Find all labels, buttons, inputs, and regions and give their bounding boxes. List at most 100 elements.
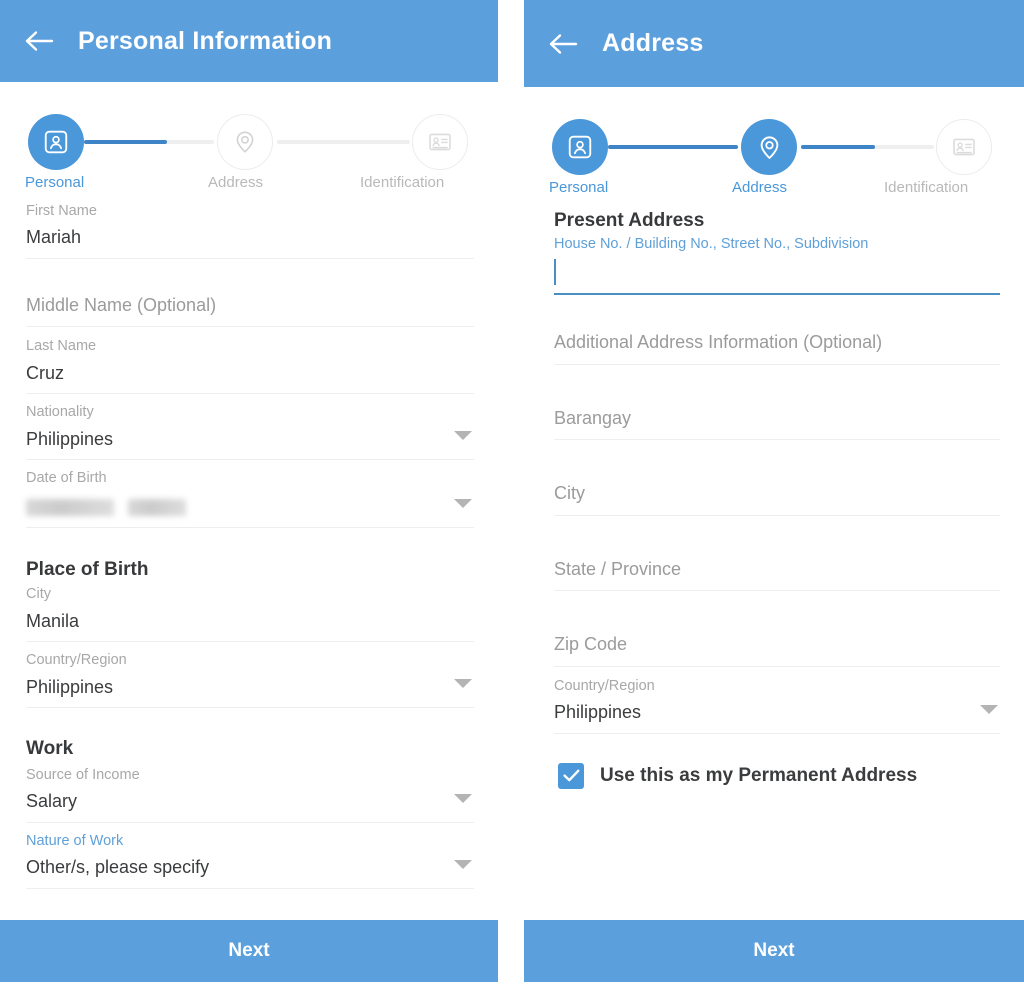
field-placeholder: Zip Code [554, 634, 628, 655]
chevron-down-icon[interactable] [454, 679, 472, 689]
field-country-region[interactable]: Country/Region Philippines [554, 678, 1000, 734]
field-placeholder: Barangay [554, 407, 632, 428]
app-bar-address: Address [524, 0, 1024, 87]
field-barangay[interactable]: Barangay [554, 407, 1000, 441]
field-additional-address[interactable]: Additional Address Information (Optional… [554, 331, 1000, 365]
field-source-of-income[interactable]: Source of Income Salary [26, 767, 474, 823]
text-caret [554, 259, 556, 286]
dual-screenshot-stage: Personal Information Personal Address Id… [0, 0, 1024, 1004]
field-underline [554, 514, 1000, 516]
field-middle-name[interactable]: Middle Name (Optional) [26, 294, 474, 328]
field-first-name[interactable]: First Name Mariah [26, 203, 474, 259]
field-label: Last Name [26, 338, 97, 355]
address-form: Present Address House No. / Building No.… [524, 197, 1024, 1004]
field-label: Date of Birth [26, 470, 107, 487]
field-value: Philippines [26, 676, 114, 697]
field-underline [26, 707, 474, 709]
stepper-label-identification: Identification [884, 179, 969, 196]
field-value [554, 259, 1000, 286]
app-bar-personal: Personal Information [0, 0, 498, 82]
field-label: Country/Region [554, 677, 655, 694]
stepper-connector-2 [277, 140, 410, 144]
chevron-down-icon[interactable] [454, 431, 472, 441]
field-placeholder: Additional Address Information (Optional… [554, 332, 883, 353]
section-title-place-of-birth: Place of Birth [26, 558, 149, 580]
field-placeholder: State / Province [554, 558, 682, 579]
next-button-personal[interactable]: Next [0, 920, 498, 982]
field-street-address[interactable]: House No. / Building No., Street No., Su… [554, 235, 1000, 296]
next-button-label: Next [753, 940, 795, 961]
section-title-present-address: Present Address [554, 210, 705, 231]
field-underline [26, 459, 474, 461]
field-value: Philippines [26, 428, 114, 449]
next-button-address[interactable]: Next [524, 920, 1024, 982]
stepper-label-personal: Personal [25, 174, 85, 191]
stepper-node-personal[interactable] [552, 119, 608, 175]
field-underline [26, 526, 474, 528]
stepper-personal: Personal Address Identification [0, 82, 498, 192]
field-label: Nature of Work [26, 832, 124, 849]
arrow-left-icon[interactable] [22, 24, 56, 58]
page-title: Address [602, 29, 704, 57]
chevron-down-icon[interactable] [454, 499, 472, 509]
field-date-of-birth[interactable]: Date of Birth [26, 470, 474, 528]
personal-information-screen: Personal Information Personal Address Id… [0, 0, 498, 1004]
field-state-province[interactable]: State / Province [554, 558, 1000, 592]
stepper-connector-1 [608, 145, 738, 149]
field-underline [554, 665, 1000, 667]
stepper-node-identification[interactable] [412, 114, 468, 170]
field-value: Manila [26, 610, 80, 631]
field-placeholder: City [554, 483, 585, 504]
checkbox-checked-icon[interactable] [558, 762, 584, 789]
redacted-value [26, 497, 474, 519]
stepper-connector-1 [84, 140, 214, 144]
field-label: House No. / Building No., Street No., Su… [554, 235, 869, 252]
chevron-down-icon[interactable] [454, 859, 472, 869]
address-screen: Address Personal Address Identification … [524, 0, 1024, 1004]
stepper-label-personal: Personal [549, 179, 609, 196]
field-birth-city[interactable]: City Manila [26, 586, 474, 643]
chevron-down-icon[interactable] [980, 704, 998, 714]
stepper-address: Personal Address Identification [524, 87, 1024, 197]
field-value: Salary [26, 791, 78, 812]
field-label: Country/Region [26, 652, 127, 669]
field-value: Philippines [554, 702, 642, 723]
field-underline [26, 393, 474, 395]
field-underline [554, 439, 1000, 441]
arrow-left-icon[interactable] [546, 27, 580, 61]
field-value: Cruz [26, 362, 65, 383]
field-birth-country[interactable]: Country/Region Philippines [26, 652, 474, 709]
stepper-label-identification: Identification [360, 174, 445, 191]
field-value: Mariah [26, 227, 82, 248]
field-label: City [26, 586, 51, 603]
field-underline [26, 257, 474, 259]
field-label: First Name [26, 203, 97, 219]
stepper-label-address: Address [732, 179, 788, 196]
field-label: Nationality [26, 404, 94, 421]
stepper-node-identification[interactable] [936, 119, 992, 175]
field-placeholder: Middle Name (Optional) [26, 294, 217, 315]
field-underline [554, 363, 1000, 365]
field-city[interactable]: City [554, 482, 1000, 516]
field-underline-focused [554, 293, 1000, 296]
page-title: Personal Information [78, 26, 333, 55]
field-underline [26, 641, 474, 643]
stepper-node-address[interactable] [741, 119, 797, 175]
field-underline [26, 326, 474, 328]
field-last-name[interactable]: Last Name Cruz [26, 338, 474, 395]
stepper-node-address[interactable] [217, 114, 273, 170]
permanent-address-label: Use this as my Permanent Address [600, 764, 918, 786]
field-label: Source of Income [26, 767, 140, 784]
field-value: Other/s, please specify [26, 857, 210, 878]
chevron-down-icon[interactable] [454, 794, 472, 804]
field-zip-code[interactable]: Zip Code [554, 633, 1000, 667]
stepper-connector-2 [801, 145, 934, 149]
personal-form: First Name Mariah Middle Name (Optional)… [0, 192, 498, 1004]
field-nature-of-work[interactable]: Nature of Work Other/s, please specify [26, 833, 474, 889]
field-underline [26, 887, 474, 889]
stepper-node-personal[interactable] [28, 114, 84, 170]
stepper-label-address: Address [208, 174, 264, 191]
field-underline [26, 821, 474, 823]
field-nationality[interactable]: Nationality Philippines [26, 404, 474, 461]
permanent-address-checkbox-row[interactable]: Use this as my Permanent Address [554, 762, 1000, 789]
